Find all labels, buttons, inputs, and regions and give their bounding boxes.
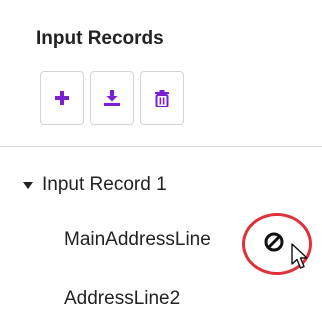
add-record-button[interactable] — [40, 71, 84, 125]
divider — [0, 146, 322, 147]
caret-down-icon[interactable] — [23, 181, 33, 189]
arrow-cursor-icon — [291, 243, 308, 269]
panel-title: Input Records — [36, 28, 164, 49]
download-icon — [104, 90, 120, 106]
tree-node-label: Input Record 1 — [42, 174, 167, 195]
delete-record-button[interactable] — [140, 71, 184, 125]
trash-icon — [155, 89, 169, 107]
tree-node-input-record-1[interactable]: Input Record 1 — [23, 174, 167, 196]
tree-leaf-main-address-line[interactable]: MainAddressLine — [64, 229, 211, 251]
input-records-panel: Input Records Input Record 1 MainAddress… — [0, 0, 322, 322]
records-toolbar — [40, 71, 184, 125]
plus-icon — [55, 91, 69, 105]
download-records-button[interactable] — [90, 71, 134, 125]
tree-leaf-address-line-2[interactable]: AddressLine2 — [64, 288, 180, 310]
